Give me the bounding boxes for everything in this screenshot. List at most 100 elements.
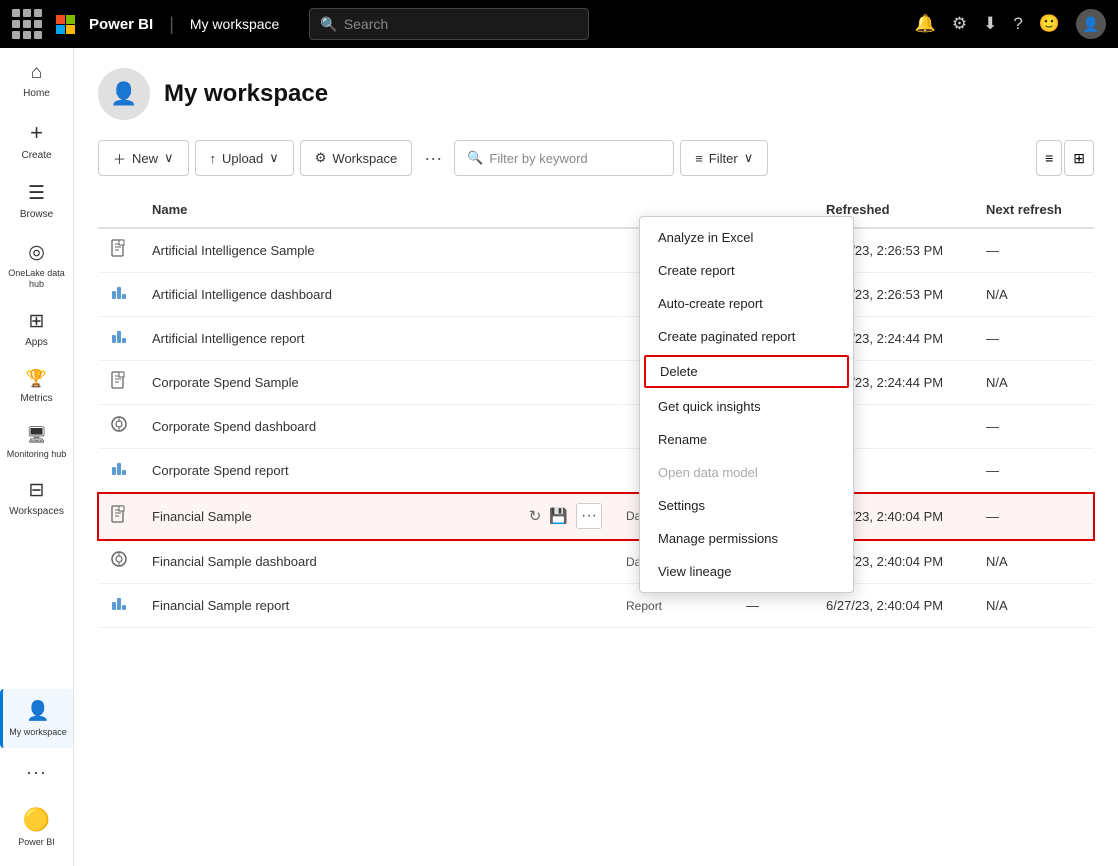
upload-label: Upload: [222, 151, 263, 166]
feedback-icon[interactable]: 🙂: [1039, 14, 1060, 34]
sidebar-item-apps-label: Apps: [25, 337, 48, 349]
workspace-gear-icon: ⚙: [315, 150, 327, 166]
ctx-item-view-lineage[interactable]: View lineage: [640, 555, 853, 588]
grid-view-button[interactable]: ⊞: [1064, 140, 1094, 176]
table-row: Corporate Spend Sample 6/27/23, 2:24:44 …: [98, 361, 1094, 405]
sidebar-item-apps[interactable]: ⊞ Apps: [0, 300, 73, 359]
sidebar-item-home-label: Home: [23, 88, 50, 100]
col-name: Name: [140, 192, 517, 228]
refresh-icon[interactable]: ↻: [529, 507, 542, 525]
filter-search[interactable]: 🔍 Filter by keyword: [454, 140, 674, 176]
sidebar-item-monitoring[interactable]: 🖥 Monitoring hub: [0, 415, 73, 470]
row-name: Financial Sample report: [140, 584, 517, 628]
filter-button[interactable]: ≡ Filter ∨: [680, 140, 768, 176]
context-menu: Analyze in ExcelCreate reportAuto-create…: [639, 216, 854, 593]
sidebar-item-home[interactable]: ⌂ Home: [0, 52, 73, 110]
page-header: 👤 My workspace: [98, 68, 1094, 120]
row-next-refresh: N/A: [974, 540, 1094, 584]
sidebar-item-metrics[interactable]: 🏆 Metrics: [0, 359, 73, 415]
row-actions-cell: [517, 449, 614, 493]
row-more-button[interactable]: ···: [576, 503, 602, 529]
sidebar-item-my-workspace[interactable]: 👤 My workspace: [0, 689, 73, 748]
filter-search-icon: 🔍: [467, 150, 483, 166]
row-type-icon: [110, 599, 128, 616]
home-icon: ⌂: [31, 62, 42, 84]
apps-grid-icon[interactable]: [12, 9, 42, 39]
toolbar: ＋ New ∨ ↑ Upload ∨ ⚙ Workspace ··· 🔍 Fil…: [98, 140, 1094, 176]
browse-icon: ☰: [28, 182, 45, 205]
row-next-refresh: N/A: [974, 273, 1094, 317]
nav-icons: 🔔 ⚙ ⬇ ? 🙂 👤: [915, 9, 1106, 39]
table-row: Corporate Spend report — —: [98, 449, 1094, 493]
main-layout: ⌂ Home + Create ☰ Browse ◎ OneLake data …: [0, 48, 1118, 866]
sidebar-item-more[interactable]: ···: [0, 752, 73, 793]
row-actions-cell: [517, 317, 614, 361]
brand-name: Power BI: [89, 16, 153, 33]
row-name: Corporate Spend dashboard: [140, 405, 517, 449]
ctx-item-rename[interactable]: Rename: [640, 423, 853, 456]
sidebar-item-onelake[interactable]: ◎ OneLake data hub: [0, 231, 73, 300]
avatar-icon: 👤: [110, 81, 137, 107]
row-actions-cell: [517, 361, 614, 405]
settings-icon[interactable]: ⚙: [952, 14, 967, 34]
user-avatar[interactable]: 👤: [1076, 9, 1106, 39]
top-navigation: Power BI | My workspace 🔍 🔔 ⚙ ⬇ ? 🙂 👤: [0, 0, 1118, 48]
filter-chevron-icon: ∨: [744, 150, 754, 166]
save-icon[interactable]: 💾: [549, 507, 568, 525]
sidebar-item-onelake-label: OneLake data hub: [6, 268, 67, 290]
filter-label: Filter: [709, 151, 738, 166]
row-name: Artificial Intelligence report: [140, 317, 517, 361]
ctx-item-analyze-excel[interactable]: Analyze in Excel: [640, 221, 853, 254]
list-view-button[interactable]: ≡: [1036, 140, 1062, 176]
more-icon: ···: [26, 762, 47, 783]
ctx-item-auto-create-report[interactable]: Auto-create report: [640, 287, 853, 320]
download-icon[interactable]: ⬇: [983, 14, 997, 34]
sidebar-item-browse[interactable]: ☰ Browse: [0, 172, 73, 231]
ctx-item-create-paginated[interactable]: Create paginated report: [640, 320, 853, 353]
ctx-item-settings[interactable]: Settings: [640, 489, 853, 522]
table-row: Financial Sample ↻ 💾 ··· Dataset 6/27/23…: [98, 493, 1094, 540]
row-next-refresh: N/A: [974, 584, 1094, 628]
sidebar-item-power-bi[interactable]: 🟡 Power BI: [0, 797, 73, 858]
sidebar-item-workspaces[interactable]: ⊟ Workspaces: [0, 469, 73, 528]
ctx-item-quick-insights[interactable]: Get quick insights: [640, 390, 853, 423]
sidebar-item-browse-label: Browse: [20, 209, 53, 221]
metrics-icon: 🏆: [26, 369, 47, 389]
help-icon[interactable]: ?: [1013, 14, 1022, 34]
nav-workspace-label: My workspace: [190, 16, 279, 32]
toolbar-more-button[interactable]: ···: [418, 148, 448, 169]
upload-chevron-icon: ∨: [269, 150, 279, 166]
upload-button[interactable]: ↑ Upload ∨: [195, 140, 294, 176]
workspaces-icon: ⊟: [29, 479, 45, 502]
workspace-label: Workspace: [332, 151, 397, 166]
page-title: My workspace: [164, 80, 328, 108]
search-box[interactable]: 🔍: [309, 8, 589, 40]
sidebar-item-workspaces-label: Workspaces: [9, 506, 64, 518]
sidebar-bottom: 👤 My workspace ··· 🟡 Power BI: [0, 689, 73, 866]
ctx-item-create-report[interactable]: Create report: [640, 254, 853, 287]
sidebar-item-create[interactable]: + Create: [0, 110, 73, 172]
ctx-item-manage-permissions[interactable]: Manage permissions: [640, 522, 853, 555]
table-row: Corporate Spend dashboard — —: [98, 405, 1094, 449]
notification-icon[interactable]: 🔔: [915, 14, 936, 34]
row-type-icon: [110, 332, 128, 349]
workspace-button[interactable]: ⚙ Workspace: [300, 140, 412, 176]
row-type-icon: [110, 420, 128, 437]
monitoring-icon: 🖥: [26, 425, 46, 445]
row-name: Artificial Intelligence Sample: [140, 228, 517, 273]
row-next-refresh: —: [974, 493, 1094, 540]
filter-search-placeholder: Filter by keyword: [489, 151, 587, 166]
new-button[interactable]: ＋ New ∨: [98, 140, 189, 176]
microsoft-logo: [56, 15, 75, 34]
power-bi-icon: 🟡: [23, 807, 50, 833]
ctx-item-delete[interactable]: Delete: [644, 355, 849, 388]
row-next-refresh: N/A: [974, 361, 1094, 405]
row-name: Artificial Intelligence dashboard: [140, 273, 517, 317]
row-next-refresh: —: [974, 405, 1094, 449]
search-input[interactable]: [344, 16, 579, 32]
row-name: Corporate Spend Sample: [140, 361, 517, 405]
row-type-icon: [110, 376, 128, 393]
new-chevron-icon: ∨: [164, 150, 174, 166]
row-actions-cell: [517, 584, 614, 628]
row-actions-cell: ↻ 💾 ···: [517, 493, 614, 540]
